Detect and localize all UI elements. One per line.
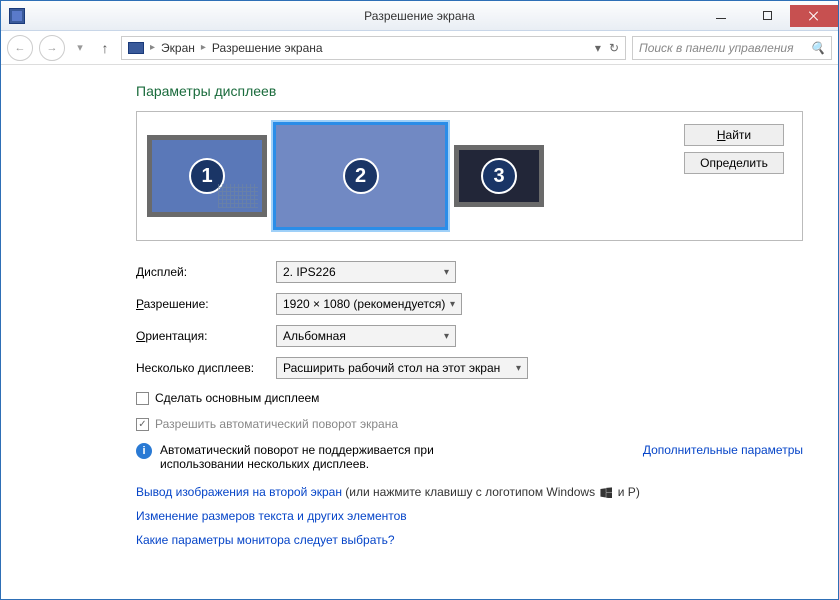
crumb-display[interactable]: Экран — [161, 41, 195, 55]
chevron-right-icon: ▸ — [201, 42, 206, 53]
chevron-down-icon[interactable]: ▾ — [595, 41, 601, 55]
titlebar: Разрешение экрана — [1, 1, 838, 31]
orientation-label: Ориентация: — [136, 329, 276, 343]
text-size-link[interactable]: Изменение размеров текста и других элеме… — [136, 509, 407, 523]
display-arrangement[interactable]: 1 2 3 Найти Определить — [136, 111, 803, 241]
monitor-1[interactable]: 1 — [147, 135, 267, 217]
project-hint-b: и P) — [614, 485, 639, 499]
content-area: Параметры дисплеев 1 2 3 Найти Определит… — [1, 65, 838, 599]
breadcrumb[interactable]: ▸ Экран ▸ Разрешение экрана ▾ ↻ — [121, 36, 626, 60]
advanced-settings-link[interactable]: Дополнительные параметры — [643, 443, 803, 457]
display-select[interactable]: 2. IPS226 — [276, 261, 456, 283]
monitor-3[interactable]: 3 — [454, 145, 544, 207]
windows-logo-icon — [600, 487, 612, 498]
back-button[interactable]: ← — [7, 35, 33, 61]
orientation-select[interactable]: Альбомная — [276, 325, 456, 347]
refresh-icon[interactable]: ↻ — [609, 41, 619, 55]
close-button[interactable] — [790, 5, 838, 27]
project-hint-a: (или нажмите клавишу с логотипом Windows — [342, 485, 598, 499]
make-primary-row[interactable]: Сделать основным дисплеем — [136, 391, 803, 405]
window-title: Разрешение экрана — [364, 9, 475, 23]
detect-button[interactable]: Найти — [684, 124, 784, 146]
display-icon — [128, 42, 144, 54]
project-link[interactable]: Вывод изображения на второй экран — [136, 485, 342, 499]
which-monitor-link[interactable]: Какие параметры монитора следует выбрать… — [136, 533, 395, 547]
crumb-resolution[interactable]: Разрешение экрана — [212, 41, 323, 55]
forward-button[interactable]: → — [39, 35, 65, 61]
chevron-right-icon: ▸ — [150, 42, 155, 53]
multidisplay-select[interactable]: Расширить рабочий стол на этот экран — [276, 357, 528, 379]
display-label: Дисплей: — [136, 265, 276, 279]
monitor-2-badge: 2 — [343, 158, 379, 194]
search-input[interactable]: Поиск в панели управления 🔍 — [632, 36, 832, 60]
page-title: Параметры дисплеев — [136, 83, 803, 99]
autorotate-checkbox — [136, 418, 149, 431]
search-icon: 🔍 — [810, 41, 825, 55]
make-primary-label: Сделать основным дисплеем — [155, 391, 319, 405]
info-icon: i — [136, 443, 152, 459]
minimize-button[interactable] — [698, 5, 744, 27]
maximize-button[interactable] — [744, 5, 790, 27]
identify-button[interactable]: Определить — [684, 152, 784, 174]
autorotate-label: Разрешить автоматический поворот экрана — [155, 417, 398, 431]
app-icon — [9, 8, 25, 24]
monitor-3-badge: 3 — [481, 158, 517, 194]
autorotate-row: Разрешить автоматический поворот экрана — [136, 417, 803, 431]
resolution-select[interactable]: 1920 × 1080 (рекомендуется) — [276, 293, 462, 315]
recent-dropdown[interactable]: ▾ — [71, 39, 89, 57]
grid-icon — [218, 184, 258, 208]
multidisplay-label: Несколько дисплеев: — [136, 361, 276, 375]
info-text: Автоматический поворот не поддерживается… — [160, 443, 480, 471]
navbar: ← → ▾ ↑ ▸ Экран ▸ Разрешение экрана ▾ ↻ … — [1, 31, 838, 65]
monitor-2[interactable]: 2 — [273, 122, 448, 230]
up-button[interactable]: ↑ — [95, 40, 115, 56]
resolution-label: Разрешение: — [136, 297, 276, 311]
make-primary-checkbox[interactable] — [136, 392, 149, 405]
search-placeholder: Поиск в панели управления — [639, 41, 794, 55]
